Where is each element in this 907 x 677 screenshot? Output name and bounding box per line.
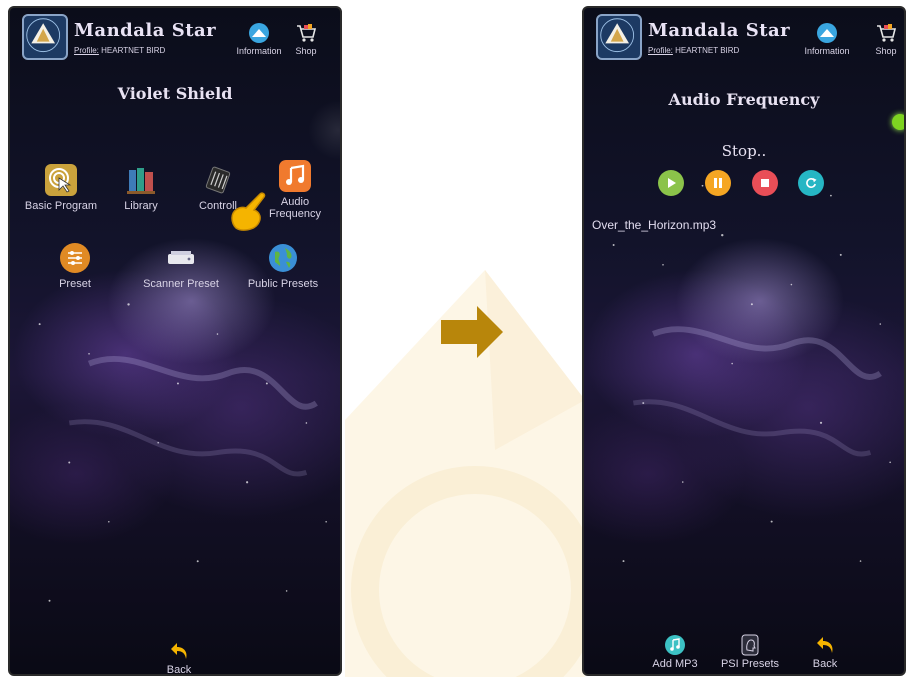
psi-presets-label: PSI Presets: [720, 658, 780, 670]
stop-icon: [761, 179, 769, 187]
information-button[interactable]: Information: [797, 22, 857, 56]
app-name: Mandala Star: [74, 20, 217, 41]
head-profile-icon: [741, 634, 759, 656]
shop-button[interactable]: Shop: [286, 22, 326, 56]
status-indicator: [892, 114, 904, 130]
back-button[interactable]: Back: [790, 634, 860, 670]
repeat-button[interactable]: [798, 170, 824, 196]
scanner-preset-label: Scanner Preset: [143, 278, 219, 290]
audio-frequency-label: Audio Frequency: [269, 196, 321, 220]
shop-label: Shop: [875, 46, 897, 56]
pointing-hand-icon: [231, 192, 266, 231]
profile-name: HEARTNET BIRD: [101, 46, 166, 55]
scanner-preset-tile[interactable]: Scanner Preset: [138, 242, 224, 290]
preset-tile[interactable]: Preset: [35, 242, 115, 290]
shop-button[interactable]: Shop: [866, 22, 904, 56]
playback-status: Stop..: [721, 142, 767, 160]
basic-program-label: Basic Program: [24, 200, 98, 212]
track-item[interactable]: Over_the_Horizon.mp3: [592, 218, 716, 232]
stop-button[interactable]: [752, 170, 778, 196]
preset-label: Preset: [59, 278, 91, 290]
profile-line: Profile: HEARTNET BIRD: [648, 46, 739, 55]
screen-title: Audio Frequency: [668, 90, 820, 109]
profile-line: Profile: HEARTNET BIRD: [74, 46, 165, 55]
pause-button[interactable]: [705, 170, 731, 196]
shop-label: Shop: [295, 46, 317, 56]
play-icon: [668, 178, 676, 188]
public-presets-tile[interactable]: Public Presets: [243, 242, 323, 290]
pause-icon: [714, 178, 722, 188]
repeat-icon: [806, 178, 817, 188]
back-arrow-icon: [817, 637, 833, 653]
library-tile[interactable]: Library: [101, 164, 181, 212]
back-label: Back: [166, 664, 192, 676]
app-name: Mandala Star: [648, 20, 791, 41]
scanner-icon: [168, 251, 194, 264]
add-mp3-button[interactable]: Add MP3: [640, 634, 710, 670]
transition-arrow-icon: [441, 306, 503, 358]
back-button[interactable]: Back: [144, 640, 214, 676]
profile-label: Profile:: [74, 46, 99, 55]
profile-name: HEARTNET BIRD: [675, 46, 740, 55]
information-icon: [817, 23, 837, 43]
information-button[interactable]: Information: [229, 22, 289, 56]
globe-icon: [269, 244, 297, 272]
back-label: Back: [812, 658, 838, 670]
profile-label: Profile:: [648, 46, 673, 55]
cart-icon: [877, 24, 897, 42]
public-presets-label: Public Presets: [247, 278, 319, 290]
right-screen: Mandala Star Profile: HEARTNET BIRD Info…: [582, 6, 906, 676]
music-note-icon: [279, 160, 311, 192]
app-logo: [596, 14, 642, 60]
basic-program-tile[interactable]: Basic Program: [21, 164, 101, 212]
back-arrow-icon: [171, 643, 187, 659]
sliders-icon: [60, 243, 90, 273]
app-logo: [22, 14, 68, 60]
information-label: Information: [804, 46, 850, 56]
books-icon: [127, 168, 155, 194]
play-button[interactable]: [658, 170, 684, 196]
library-label: Library: [124, 200, 158, 212]
music-note-icon: [665, 635, 685, 655]
cart-icon: [297, 24, 317, 42]
left-screen: Mandala Star Profile: HEARTNET BIRD Info…: [8, 6, 342, 676]
screen-title: Violet Shield: [117, 84, 233, 103]
add-mp3-label: Add MP3: [652, 658, 698, 670]
psi-presets-button[interactable]: PSI Presets: [715, 634, 785, 670]
information-icon: [249, 23, 269, 43]
touch-icon: [45, 164, 77, 196]
starfield: [38, 303, 327, 602]
information-label: Information: [236, 46, 282, 56]
